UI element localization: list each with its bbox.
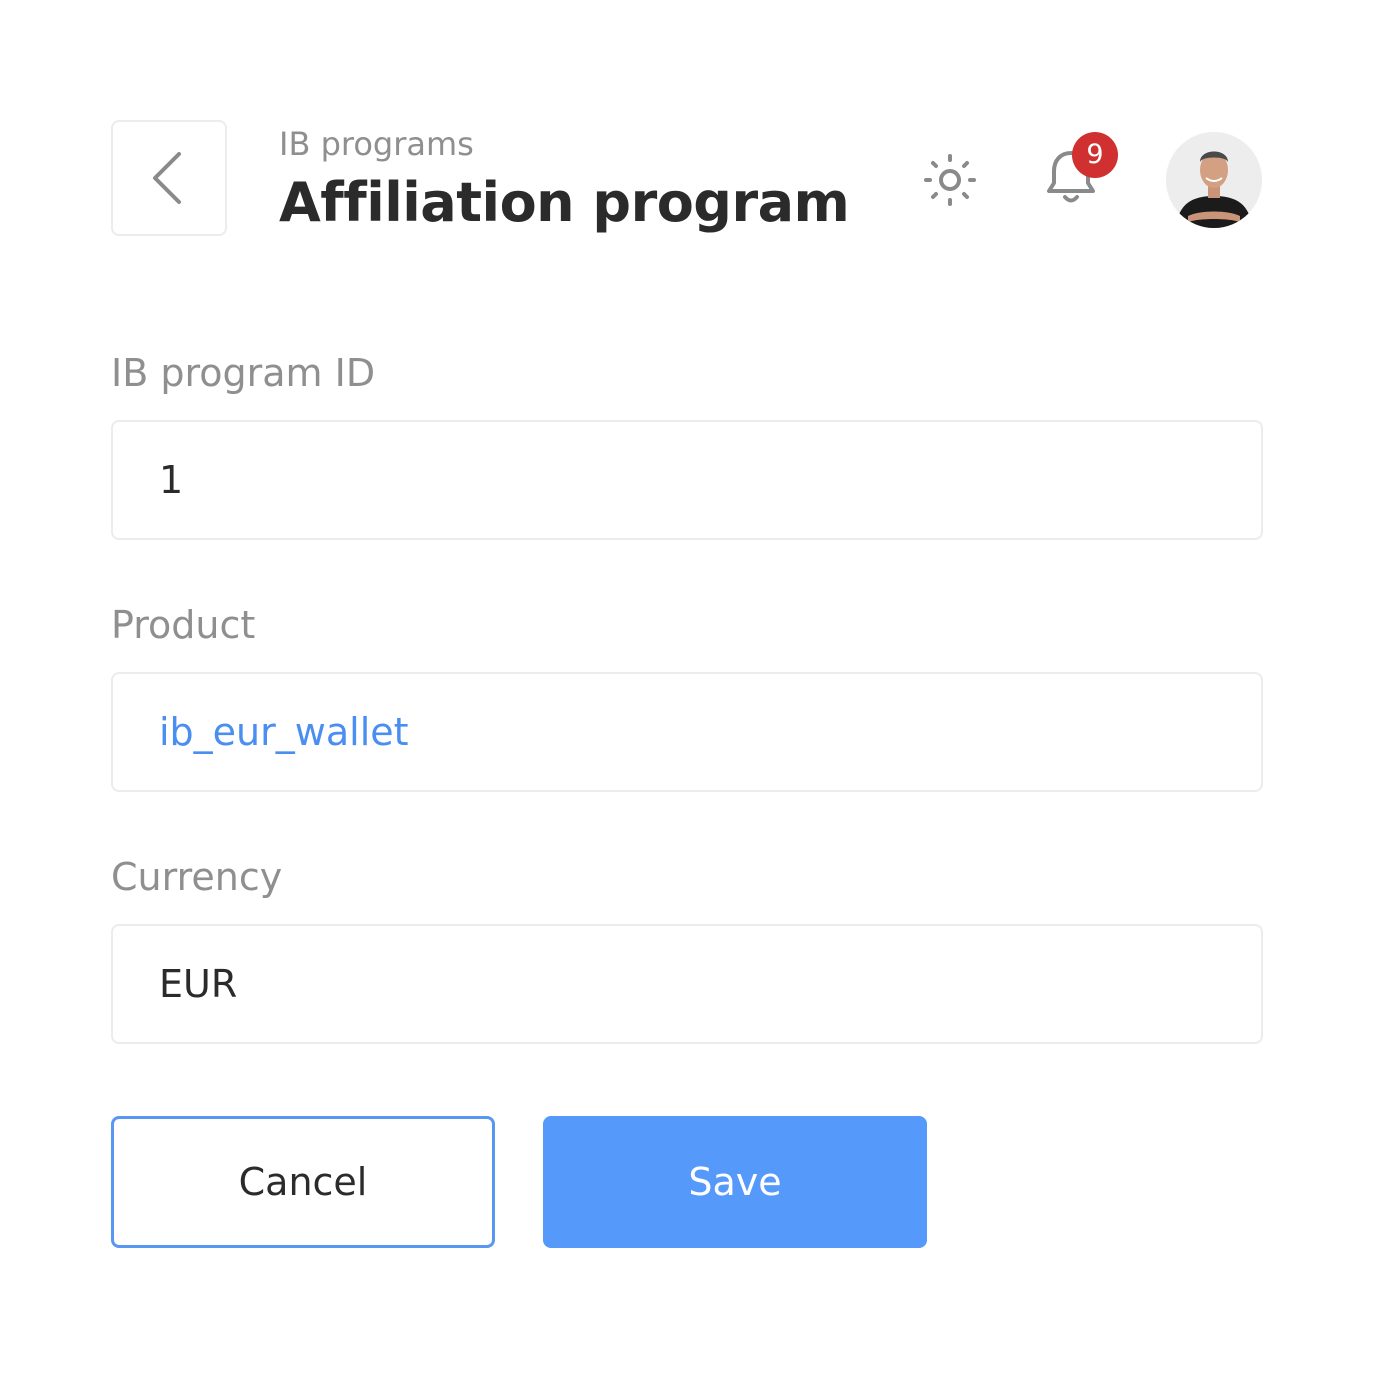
sun-icon xyxy=(922,152,978,212)
currency-label: Currency xyxy=(111,855,283,899)
ib-program-id-label: IB program ID xyxy=(111,351,376,395)
save-button[interactable]: Save xyxy=(543,1116,927,1248)
ib-program-id-value: 1 xyxy=(159,458,184,502)
currency-field[interactable]: EUR xyxy=(111,924,1263,1044)
product-label: Product xyxy=(111,603,256,647)
ib-program-id-field[interactable]: 1 xyxy=(111,420,1263,540)
product-field[interactable]: ib_eur_wallet xyxy=(111,672,1263,792)
notification-count-badge: 9 xyxy=(1072,132,1118,178)
currency-value: EUR xyxy=(159,962,238,1006)
cancel-button[interactable]: Cancel xyxy=(111,1116,495,1248)
avatar[interactable] xyxy=(1166,132,1262,228)
page-title: Affiliation program xyxy=(279,171,850,234)
product-value[interactable]: ib_eur_wallet xyxy=(159,710,409,754)
chevron-left-icon xyxy=(149,148,189,208)
theme-toggle-button[interactable] xyxy=(922,154,978,210)
breadcrumb[interactable]: IB programs xyxy=(279,124,474,164)
back-button[interactable] xyxy=(111,120,227,236)
